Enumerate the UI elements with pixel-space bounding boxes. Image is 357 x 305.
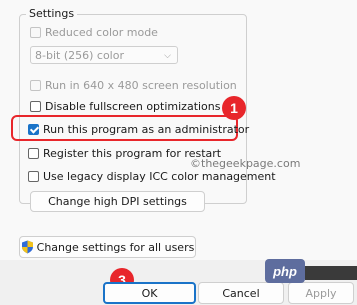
cancel-label: Cancel xyxy=(222,286,260,300)
watermark-text: ©thegeekpage.com xyxy=(190,157,301,170)
checkbox-box xyxy=(28,148,39,159)
change-all-users-label: Change settings for all users xyxy=(36,240,195,254)
reduced-color-label: Reduced color mode xyxy=(45,26,158,39)
change-high-dpi-button[interactable]: Change high DPI settings xyxy=(30,191,205,212)
change-high-dpi-label: Change high DPI settings xyxy=(48,195,187,208)
php-logo: php xyxy=(265,259,305,283)
checkbox-box xyxy=(30,27,41,38)
apply-button[interactable]: Apply xyxy=(288,282,354,304)
watermark-bar xyxy=(305,266,357,280)
run-640-label: Run in 640 x 480 screen resolution xyxy=(45,79,237,92)
disable-fullscreen-label: Disable fullscreen optimizations xyxy=(45,100,221,113)
change-all-users-button[interactable]: Change settings for all users xyxy=(19,236,196,258)
checkbox-box xyxy=(30,101,41,112)
run-640-checkbox[interactable]: Run in 640 x 480 screen resolution xyxy=(30,79,237,92)
checkbox-box xyxy=(30,80,41,91)
run-as-admin-checkbox[interactable]: Run this program as an administrator xyxy=(28,123,249,136)
disable-fullscreen-checkbox[interactable]: Disable fullscreen optimizations xyxy=(30,100,221,113)
step-1-badge: 1 xyxy=(222,96,246,120)
color-mode-value: 8-bit (256) color xyxy=(35,49,124,62)
chevron-down-icon: ⌵ xyxy=(164,51,171,61)
run-as-admin-label: Run this program as an administrator xyxy=(43,123,250,136)
checkbox-checked xyxy=(28,124,39,135)
legacy-icc-checkbox[interactable]: Use legacy display ICC color management xyxy=(28,170,276,183)
reduced-color-checkbox[interactable]: Reduced color mode xyxy=(30,26,158,39)
checkbox-box xyxy=(28,171,39,182)
apply-label: Apply xyxy=(305,286,337,300)
uac-shield-icon xyxy=(21,240,33,254)
legacy-icc-label: Use legacy display ICC color management xyxy=(43,170,276,183)
settings-group-label: Settings xyxy=(26,7,78,20)
cancel-button[interactable]: Cancel xyxy=(198,282,284,304)
ok-button[interactable]: OK xyxy=(103,282,196,304)
ok-label: OK xyxy=(141,286,158,300)
color-mode-select[interactable]: 8-bit (256) color ⌵ xyxy=(30,46,178,64)
